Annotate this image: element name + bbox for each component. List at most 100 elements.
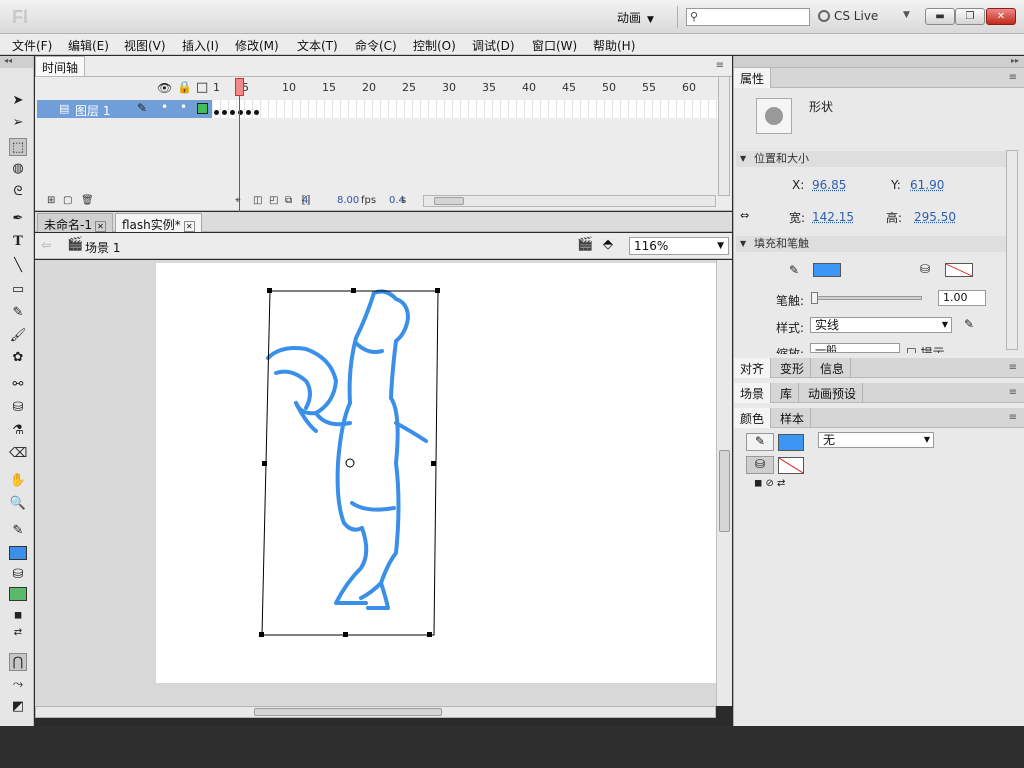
menu-file[interactable]: 文件(F) xyxy=(12,37,52,54)
line-tool-icon[interactable]: ╲ xyxy=(9,257,27,275)
document-tab[interactable]: 未命名-1 ✕ xyxy=(37,213,113,232)
pencil-tool-icon[interactable]: ✎ xyxy=(9,304,27,322)
tab-scene[interactable]: 场景 xyxy=(734,383,772,403)
fill-color-icon[interactable]: ⛁ xyxy=(9,566,27,584)
scroll-thumb[interactable] xyxy=(254,708,442,716)
stage-canvas[interactable] xyxy=(156,263,716,683)
new-layer-icon[interactable]: ⊞ xyxy=(47,195,55,206)
playhead-handle[interactable] xyxy=(235,78,244,96)
timeline-tab[interactable]: 时间轴 xyxy=(35,56,86,76)
text-tool-icon[interactable]: T xyxy=(9,233,27,251)
stroke-color-swatch[interactable] xyxy=(9,546,27,560)
edit-symbol-icon[interactable]: ⬘ xyxy=(603,237,613,252)
document-tab-active[interactable]: flash实例* ✕ xyxy=(115,213,202,232)
menu-window[interactable]: 窗口(W) xyxy=(532,37,577,54)
keyframe[interactable] xyxy=(246,110,251,115)
layer-row[interactable]: ▤ 图层 1 ✎ • • xyxy=(37,100,212,118)
stroke-width-input[interactable]: 1.00 xyxy=(938,290,986,306)
tab-transform[interactable]: 变形 xyxy=(774,358,812,378)
fill-color-button[interactable]: ⛁ xyxy=(746,456,774,474)
snap-to-objects-icon[interactable]: ⋂ xyxy=(9,653,27,671)
hand-tool-icon[interactable]: ✋ xyxy=(9,472,27,490)
zoom-tool-icon[interactable]: 🔍 xyxy=(9,495,27,513)
3d-rotation-tool-icon[interactable]: ◍ xyxy=(9,160,27,178)
height-value[interactable]: 295.50 xyxy=(914,210,956,224)
smooth-icon[interactable]: ⤳ xyxy=(9,676,27,694)
back-arrow-icon[interactable]: ⇦ xyxy=(41,238,51,252)
eyedropper-tool-icon[interactable]: ⚗ xyxy=(9,422,27,440)
edit-stroke-style-icon[interactable]: ✎ xyxy=(964,317,974,331)
panel-menu-icon[interactable]: ≡ xyxy=(1009,362,1017,373)
maximize-button[interactable]: ❐ xyxy=(955,8,985,25)
x-value[interactable]: 96.85 xyxy=(812,178,846,192)
properties-vscroll[interactable] xyxy=(1006,150,1018,350)
swap-colors-icon[interactable]: ⇄ xyxy=(9,624,27,642)
lock-dot[interactable]: • xyxy=(180,100,187,114)
center-frame-icon[interactable]: ⌖ xyxy=(235,195,241,206)
free-transform-tool-icon[interactable]: ⬚ xyxy=(9,138,27,156)
tab-library[interactable]: 库 xyxy=(774,383,800,403)
menu-commands[interactable]: 命令(C) xyxy=(355,37,397,54)
timeline-vscroll[interactable] xyxy=(718,76,730,196)
tab-motion-presets[interactable]: 动画预设 xyxy=(802,383,864,403)
workspace-switcher[interactable]: 动画 ▼ xyxy=(617,9,654,26)
color-type-select[interactable]: 无 ▼ xyxy=(818,432,934,448)
close-button[interactable]: ✕ xyxy=(986,8,1016,25)
outline-color-swatch[interactable] xyxy=(197,103,208,114)
new-folder-icon[interactable]: ▢ xyxy=(63,195,72,206)
fill-color-swatch[interactable] xyxy=(9,587,27,601)
zoom-select[interactable]: 116% ▼ xyxy=(629,237,729,255)
visible-dot[interactable]: • xyxy=(161,100,168,114)
brush-tool-icon[interactable]: 🖌 xyxy=(9,327,27,345)
stage-hscroll[interactable] xyxy=(35,706,716,718)
panel-menu-icon[interactable]: ≡ xyxy=(1009,387,1017,398)
stroke-slider[interactable] xyxy=(811,292,922,304)
default-colors-icon[interactable]: ◼ xyxy=(9,607,27,625)
menu-control[interactable]: 控制(O) xyxy=(413,37,456,54)
close-icon[interactable]: ✕ xyxy=(183,221,195,232)
scroll-thumb[interactable] xyxy=(434,197,464,205)
fps-value[interactable]: 8.00 xyxy=(337,195,359,206)
section-fill-stroke[interactable]: 填充和笔触 xyxy=(736,236,1006,252)
default-colors-icon[interactable]: ◼ ⊘ ⇄ xyxy=(754,478,785,489)
stroke-color-swatch[interactable] xyxy=(813,263,841,277)
collapse-icon[interactable]: ▸▸ xyxy=(1011,56,1019,65)
panel-menu-icon[interactable]: ≡ xyxy=(1009,412,1017,423)
y-value[interactable]: 61.90 xyxy=(910,178,944,192)
width-value[interactable]: 142.15 xyxy=(812,210,854,224)
fill-color-swatch[interactable] xyxy=(945,263,973,277)
stage-area[interactable] xyxy=(35,260,716,718)
timeline-hscroll[interactable] xyxy=(423,195,716,207)
keyframe[interactable] xyxy=(254,110,259,115)
tab-properties[interactable]: 属性 xyxy=(734,68,772,88)
onion-outline-icon[interactable]: ◰ xyxy=(269,195,278,206)
style-select[interactable]: 实线 ▼ xyxy=(810,317,952,333)
tab-color[interactable]: 颜色 xyxy=(734,408,772,428)
stage[interactable] xyxy=(156,263,716,683)
pen-tool-icon[interactable]: ✒ xyxy=(9,210,27,228)
close-icon[interactable]: ✕ xyxy=(94,221,106,232)
frame-cells[interactable] xyxy=(213,100,718,118)
panel-menu-icon[interactable]: ≡ xyxy=(1009,72,1017,83)
stroke-color-swatch[interactable] xyxy=(778,434,804,451)
rectangle-tool-icon[interactable]: ▭ xyxy=(9,281,27,299)
menu-debug[interactable]: 调试(D) xyxy=(472,37,515,54)
menu-text[interactable]: 文本(T) xyxy=(297,37,338,54)
bone-tool-icon[interactable]: ⚯ xyxy=(9,376,27,394)
keyframe[interactable] xyxy=(222,110,227,115)
panel-menu-icon[interactable]: ≡ xyxy=(716,60,724,71)
link-icon[interactable]: ⇔ xyxy=(740,209,749,222)
chevron-down-icon[interactable]: ▼ xyxy=(903,10,910,20)
subselection-tool-icon[interactable]: ➢ xyxy=(9,114,27,132)
lock-icon[interactable]: 🔒 xyxy=(177,80,192,94)
panel-collapse-icon[interactable]: ◂◂ xyxy=(0,56,33,68)
slider-handle[interactable] xyxy=(811,292,818,304)
delete-layer-icon[interactable]: 🗑 xyxy=(81,195,94,206)
selection-tool-icon[interactable]: ➤ xyxy=(9,92,27,110)
straighten-icon[interactable]: ◩ xyxy=(9,698,27,716)
keyframe[interactable] xyxy=(214,110,219,115)
menu-help[interactable]: 帮助(H) xyxy=(593,37,635,54)
paint-bucket-tool-icon[interactable]: ⛁ xyxy=(9,399,27,417)
tab-info[interactable]: 信息 xyxy=(814,358,852,378)
scale-select[interactable]: 一般 xyxy=(810,343,900,353)
